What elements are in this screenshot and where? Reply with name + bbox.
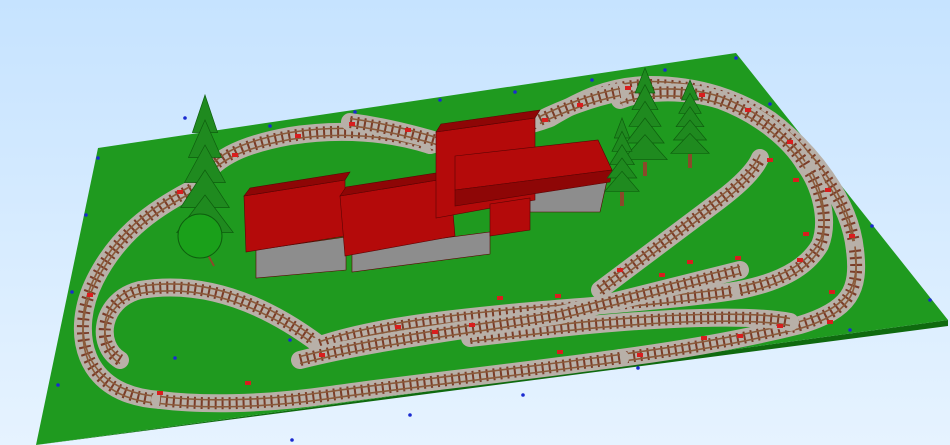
track-joint-marker [745,108,751,112]
track-joint-marker [349,122,355,126]
track-joint-marker [319,353,325,357]
track-joint-marker [701,336,707,340]
track-joint-marker [557,350,563,354]
grid-dot [84,213,88,217]
grid-dot [590,78,594,82]
grid-dot [848,328,852,332]
grid-dot [768,102,772,106]
3d-viewport[interactable] [0,0,950,445]
track-joint-marker [797,258,803,262]
grid-dot [870,224,874,228]
track-joint-marker [787,140,793,144]
track-joint-marker [177,190,183,194]
track-joint-marker [699,93,705,97]
track-joint-marker [637,353,643,357]
track-joint-marker [87,293,93,297]
building-roof [489,197,531,237]
grid-dot [663,68,667,72]
grid-dot [438,98,442,102]
track-joint-marker [829,290,835,294]
track-joint-marker [625,86,631,90]
grid-dot [290,438,294,442]
track-joint-marker [687,260,693,264]
track-joint-marker [469,323,475,327]
grid-dot [173,356,177,360]
grid-dot [521,393,525,397]
track-joint-marker [542,118,548,122]
grid-dot [928,298,932,302]
track-joint-marker [793,178,799,182]
grid-dot [96,156,100,160]
grid-dot [288,338,292,342]
track-joint-marker [157,391,163,395]
track-joint-marker [825,188,831,192]
grid-dot [636,366,640,370]
track-joint-marker [777,324,783,328]
grid-dot [513,90,517,94]
track-joint-marker [432,330,438,334]
track-joint-marker [245,381,251,385]
grid-dot [183,116,187,120]
track-joint-marker [803,232,809,236]
track-joint-marker [767,158,773,162]
grid-dot [70,290,74,294]
track-joint-marker [497,296,503,300]
track-joint-marker [735,256,741,260]
track-joint-marker [232,153,238,157]
grid-dot [408,413,412,417]
track-joint-marker [617,268,623,272]
track-joint-marker [827,320,833,324]
track-joint-marker [849,234,855,238]
track-joint-marker [737,334,743,338]
track-joint-marker [295,134,301,138]
track-joint-marker [395,325,401,329]
grid-dot [268,124,272,128]
track-joint-marker [577,103,583,107]
layout-scene[interactable] [0,0,950,445]
grid-dot [56,383,60,387]
grid-dot [353,110,357,114]
track-joint-marker [405,128,411,132]
grid-dot [734,56,738,60]
track-joint-marker [659,273,665,277]
track-joint-marker [555,294,561,298]
